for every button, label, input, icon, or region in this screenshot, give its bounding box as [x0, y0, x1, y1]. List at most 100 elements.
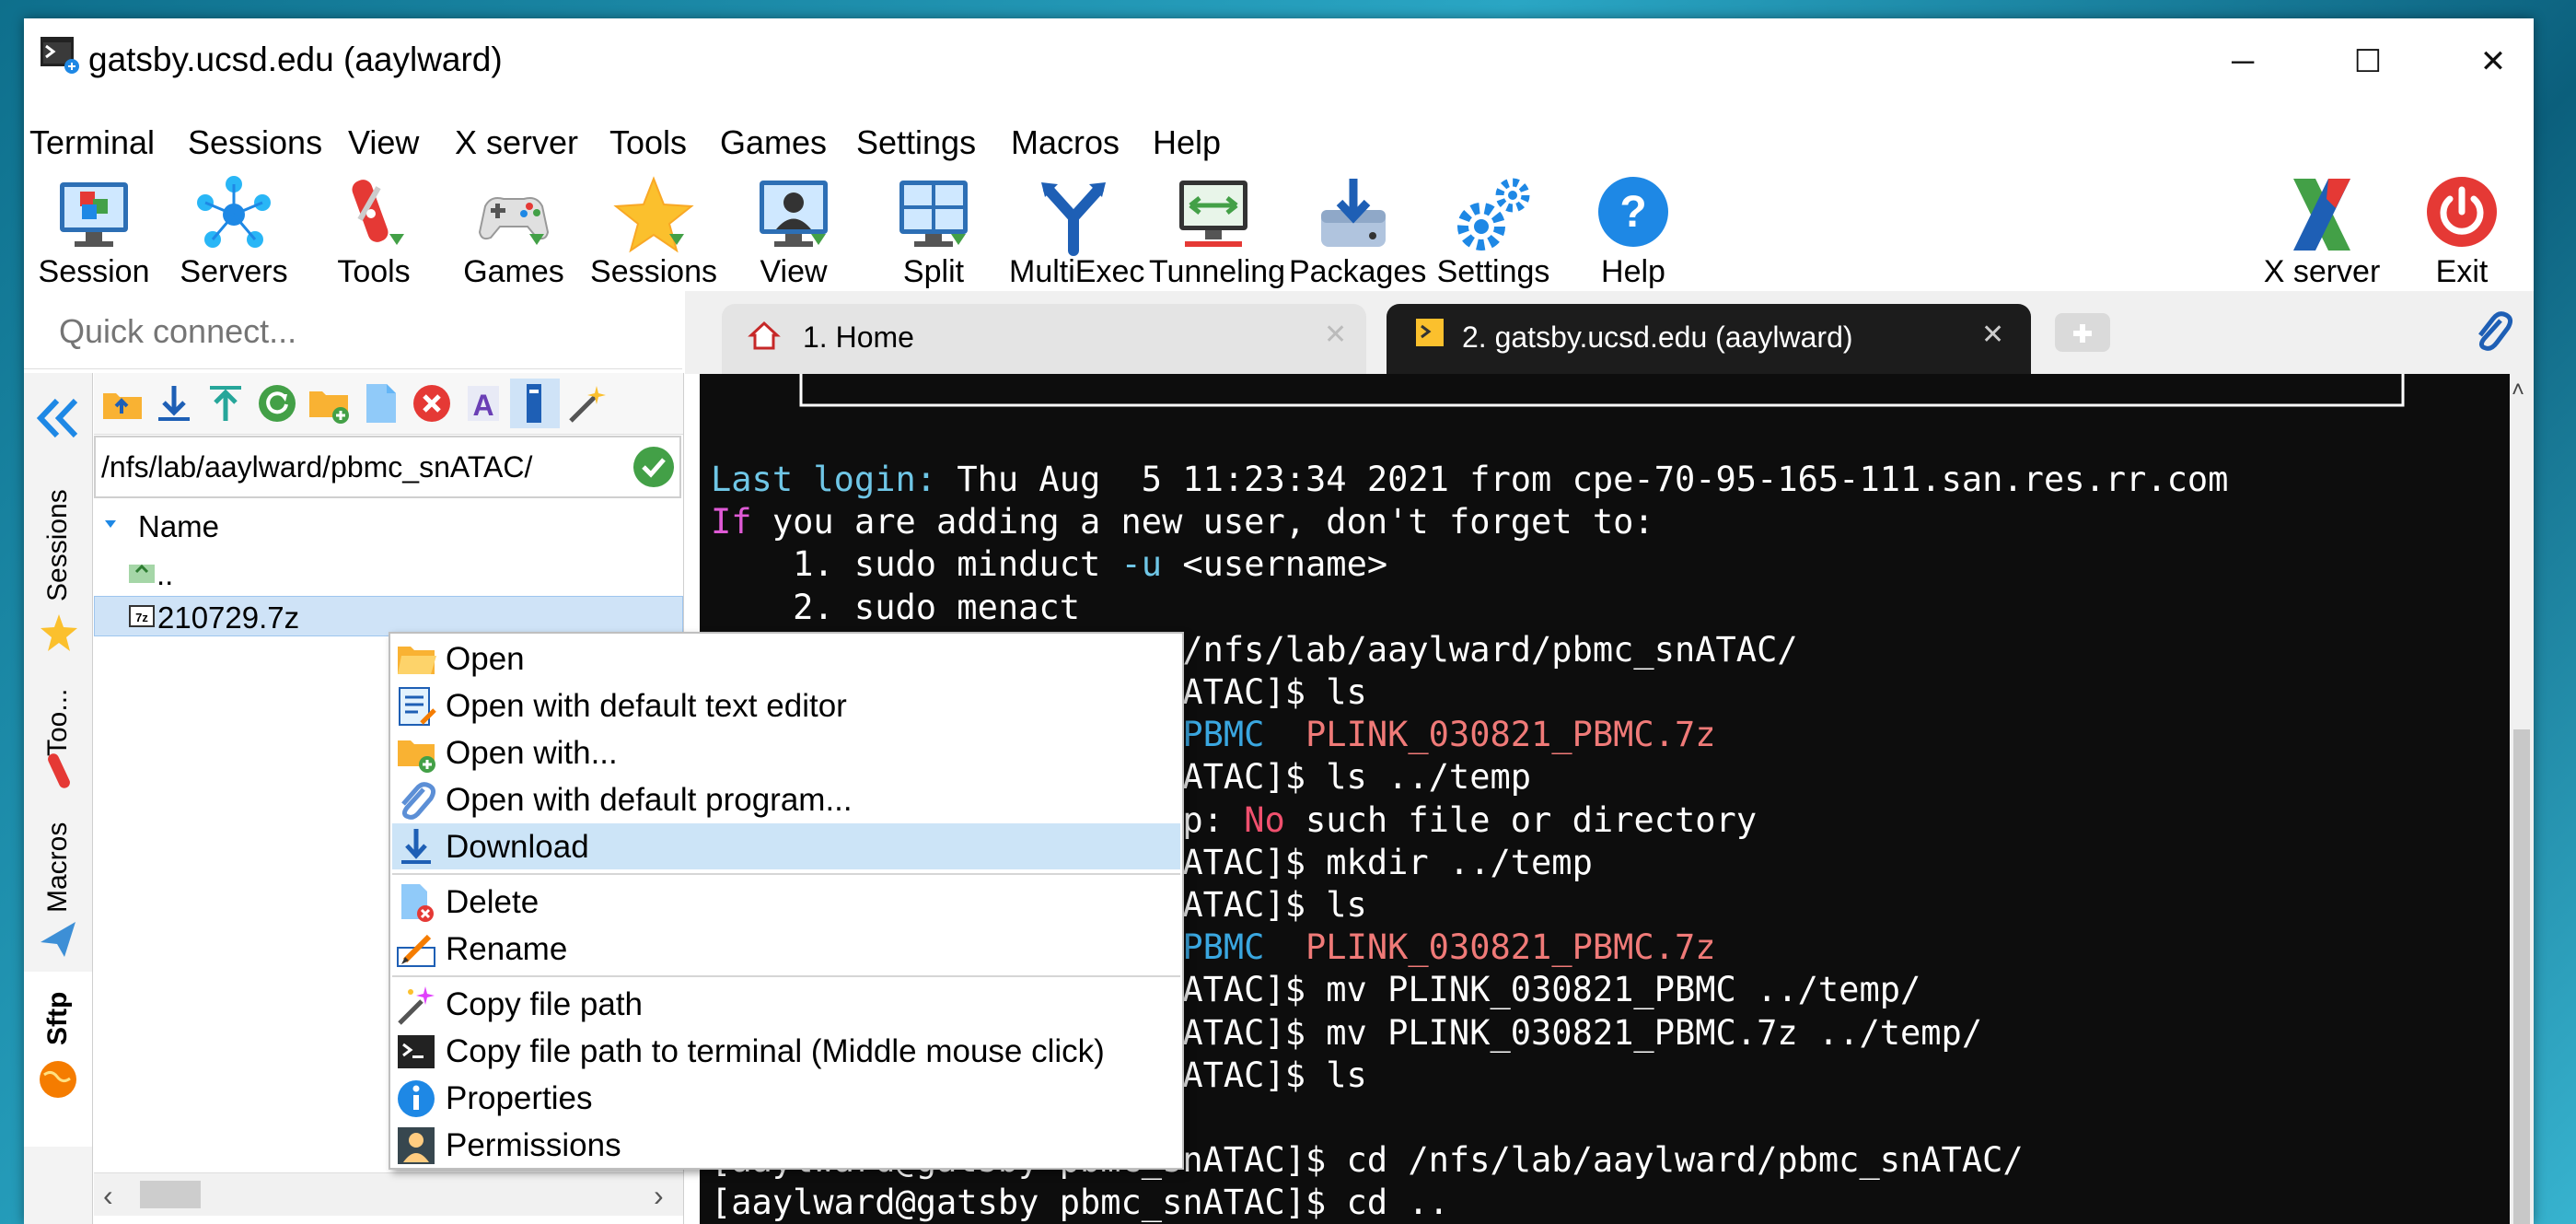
terminal-text: 1. sudo minduct	[711, 544, 1121, 585]
gear-icon	[1457, 178, 1530, 251]
close-icon[interactable]: ✕	[1981, 319, 2004, 351]
file-row-parent[interactable]: ..	[94, 554, 683, 594]
new-file-button[interactable]	[355, 379, 405, 428]
menu-tools[interactable]: Tools	[609, 123, 687, 162]
file-row-selected[interactable]: 7z 210729.7z	[94, 596, 683, 636]
exit-button[interactable]: Exit	[2397, 169, 2526, 294]
user-icon	[398, 1127, 435, 1164]
parent-folder-button[interactable]	[98, 379, 147, 428]
tunneling-button[interactable]: Tunneling	[1149, 169, 1285, 294]
side-tab-sftp-label: Sftp	[42, 991, 73, 1045]
games-label: Games	[463, 254, 564, 289]
collapse-panel-button[interactable]	[33, 395, 83, 441]
split-button[interactable]: Split	[869, 169, 998, 294]
view-button[interactable]: View	[729, 169, 858, 294]
context-item-open[interactable]: Open	[392, 635, 1180, 682]
upload-icon	[210, 386, 241, 421]
context-item-delete[interactable]: Delete	[392, 879, 1180, 925]
scroll-thumb[interactable]	[2513, 729, 2530, 1224]
download-button[interactable]	[149, 379, 199, 428]
quick-connect-input[interactable]	[33, 298, 696, 365]
delete-button[interactable]	[407, 379, 457, 428]
context-item-download[interactable]: Download	[392, 823, 1180, 869]
download-icon	[158, 386, 190, 421]
terminal-tab-icon	[1416, 319, 1444, 346]
menu-help[interactable]: Help	[1153, 123, 1221, 162]
close-icon[interactable]: ✕	[1324, 319, 1347, 351]
path-field[interactable]: /nfs/lab/aaylward/pbmc_snATAC/	[94, 436, 681, 498]
context-item-copy-path-to-terminal[interactable]: Copy file path to terminal (Middle mouse…	[392, 1028, 1180, 1074]
terminal-follow-button[interactable]	[510, 379, 560, 428]
view-icon	[760, 181, 828, 247]
settings-button[interactable]: Settings	[1429, 169, 1558, 294]
gamepad-icon	[478, 197, 550, 245]
menu-view[interactable]: View	[348, 123, 419, 162]
context-item-label: Copy file path to terminal (Middle mouse…	[446, 1033, 1105, 1069]
menu-separator	[392, 975, 1180, 977]
new-tab-button[interactable]	[2055, 313, 2110, 352]
magic-wand-button[interactable]	[562, 379, 611, 428]
x-server-icon	[2293, 179, 2350, 251]
side-tab-tools-label: Too...	[42, 688, 73, 756]
games-button[interactable]: Games	[449, 169, 578, 294]
sessions-button[interactable]: Sessions	[589, 169, 718, 294]
session-button[interactable]: Session	[29, 169, 158, 294]
terminal-scrollbar[interactable]: ˄	[2510, 374, 2534, 1224]
multiexec-button[interactable]: MultiExec	[1009, 169, 1144, 294]
terminal-text: If	[711, 502, 752, 542]
scroll-right-icon[interactable]: ›	[654, 1179, 664, 1213]
paperclip-icon[interactable]	[2469, 308, 2515, 356]
context-item-rename[interactable]: Rename	[392, 926, 1180, 972]
menu-macros[interactable]: Macros	[1011, 123, 1120, 162]
tab-home-label: 1. Home	[803, 321, 914, 354]
close-button[interactable]: ✕	[2447, 29, 2534, 94]
menu-x-server[interactable]: X server	[455, 123, 578, 162]
info-icon	[398, 1080, 435, 1117]
tab-home[interactable]: 1. Home ✕	[722, 304, 1366, 374]
upload-button[interactable]	[201, 379, 250, 428]
context-item-properties[interactable]: Properties	[392, 1075, 1180, 1121]
menu-games[interactable]: Games	[720, 123, 827, 162]
context-item-copy-file-path[interactable]: Copy file path	[392, 981, 1180, 1027]
tools-icon	[352, 180, 404, 245]
check-icon[interactable]	[632, 445, 676, 489]
packages-label: Packages	[1289, 254, 1427, 289]
tab-gatsby[interactable]: 2. gatsby.ucsd.edu (aaylward) ✕	[1387, 304, 2031, 374]
app-icon	[41, 37, 79, 74]
packages-button[interactable]: Packages	[1289, 169, 1427, 294]
help-button[interactable]: ? Help	[1569, 169, 1698, 294]
file-list-header[interactable]: Name	[94, 502, 683, 548]
menu-sessions[interactable]: Sessions	[188, 123, 322, 162]
folder-add-icon	[398, 740, 435, 773]
scroll-left-icon[interactable]: ‹	[103, 1179, 113, 1213]
quick-connect-bar	[24, 295, 696, 369]
new-folder-button[interactable]	[304, 379, 354, 428]
minimize-button[interactable]: ─	[2197, 29, 2289, 94]
terminal-text: -u	[1120, 544, 1163, 585]
x-server-button[interactable]: X server	[2257, 169, 2386, 294]
terminal-text: [aaylward@gatsby pbmc_snATAC]$ cd ..	[711, 1183, 1449, 1223]
file-name: 210729.7z	[157, 600, 300, 635]
menu-terminal[interactable]: Terminal	[29, 123, 155, 162]
rename-button[interactable]: A	[458, 379, 508, 428]
context-item-label: Open	[446, 641, 525, 677]
scroll-up-icon[interactable]: ˄	[2512, 378, 2524, 403]
menu-settings[interactable]: Settings	[856, 123, 976, 162]
refresh-button[interactable]	[252, 379, 302, 428]
side-tab-sessions[interactable]: Sessions	[24, 474, 92, 612]
side-tab-sftp[interactable]: Sftp	[24, 972, 92, 1147]
scroll-thumb[interactable]	[140, 1181, 201, 1208]
servers-button[interactable]: Servers	[169, 169, 298, 294]
maximize-button[interactable]: ☐	[2322, 29, 2414, 94]
path-text: /nfs/lab/aaylward/pbmc_snATAC/	[101, 450, 533, 484]
context-item-open-text-editor[interactable]: Open with default text editor	[392, 682, 1180, 729]
horizontal-scrollbar[interactable]: ‹ ›	[94, 1172, 683, 1216]
exit-label: Exit	[2435, 254, 2489, 289]
context-item-open-with[interactable]: Open with...	[392, 729, 1180, 775]
context-item-open-default-program[interactable]: Open with default program...	[392, 776, 1180, 822]
context-item-label: Properties	[446, 1080, 593, 1116]
x-server-label: X server	[2263, 254, 2381, 289]
tools-button[interactable]: Tools	[309, 169, 438, 294]
context-item-permissions[interactable]: Permissions	[392, 1122, 1180, 1168]
context-item-label: Copy file path	[446, 986, 644, 1022]
